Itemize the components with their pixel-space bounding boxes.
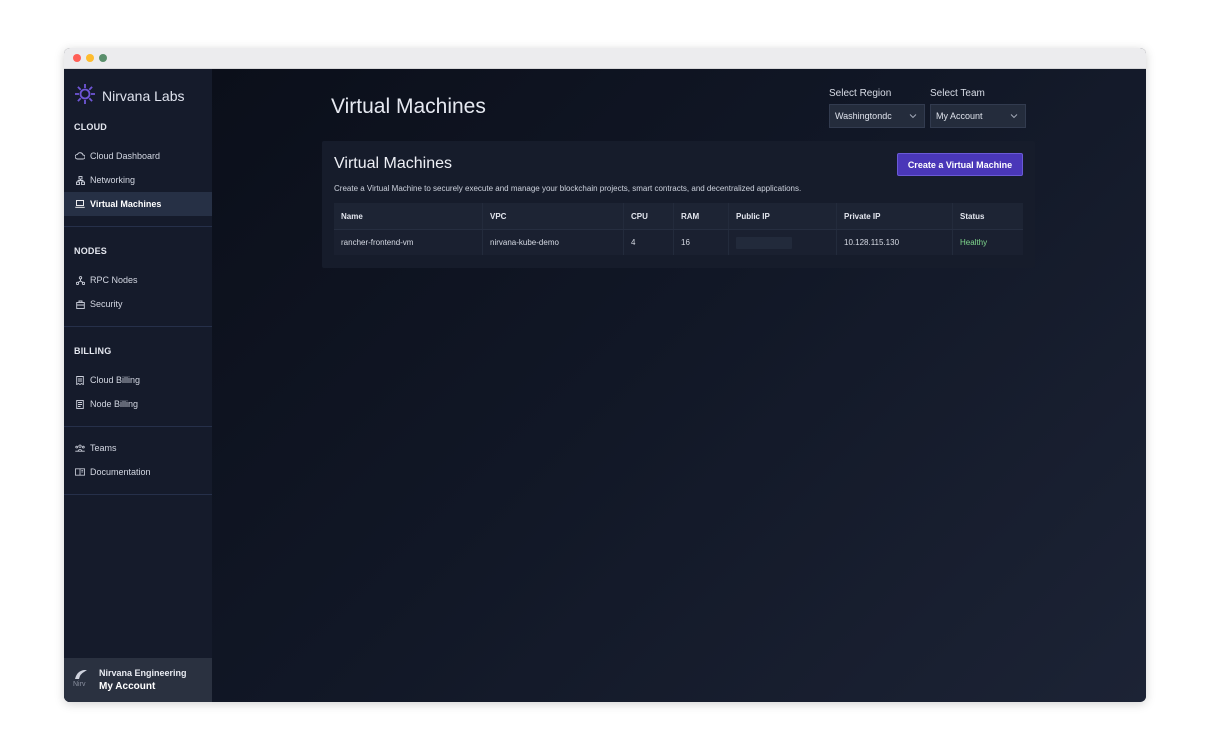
sidebar-item-teams[interactable]: Teams: [64, 436, 212, 460]
chevron-down-icon: [1010, 114, 1018, 119]
sidebar-divider: [64, 426, 212, 427]
sidebar-item-networking[interactable]: Networking: [64, 168, 212, 192]
sidebar-item-virtual-machines[interactable]: Virtual Machines: [64, 192, 212, 216]
sidebar-item-label: Virtual Machines: [90, 199, 162, 209]
receipt-icon: [75, 375, 85, 385]
vm-vpc-cell: nirvana-kube-demo: [483, 230, 624, 255]
region-select-label: Select Region: [829, 88, 892, 99]
brand-name: Nirvana Labs: [102, 88, 185, 104]
cloud-icon: [75, 151, 85, 161]
window-titlebar: [64, 48, 1146, 69]
sidebar-item-cloud-billing[interactable]: Cloud Billing: [64, 368, 212, 392]
team-select-label: Select Team: [930, 88, 985, 99]
sidebar-item-label: Cloud Dashboard: [90, 151, 161, 161]
column-header-public-ip[interactable]: Public IP: [729, 203, 837, 229]
sidebar-item-label: Teams: [90, 443, 117, 453]
sidebar-item-rpc-nodes[interactable]: RPC Nodes: [64, 268, 212, 292]
nodes-icon: [75, 275, 85, 285]
sidebar-divider: [64, 226, 212, 227]
redacted-public-ip: [736, 236, 792, 249]
column-header-status[interactable]: Status: [953, 203, 1023, 229]
sidebar-divider: [64, 494, 212, 495]
sidebar-item-label: Networking: [90, 175, 136, 185]
team-select-group: Select Team My Account: [930, 88, 1026, 128]
sidebar-item-security[interactable]: Security: [64, 292, 212, 316]
region-select-group: Select Region Washingtondc: [829, 88, 925, 128]
laptop-icon: [75, 199, 85, 209]
avatar-text: Nirv: [73, 681, 86, 688]
team-select[interactable]: My Account: [930, 104, 1026, 128]
sidebar-item-label: Cloud Billing: [90, 375, 141, 385]
column-header-name[interactable]: Name: [334, 203, 483, 229]
chevron-down-icon: [909, 114, 917, 119]
table-header: Name VPC CPU RAM Public IP Private IP St…: [334, 203, 1023, 229]
sidebar-item-label: Documentation: [90, 467, 151, 477]
account-name: Nirvana Engineering: [99, 668, 187, 678]
create-virtual-machine-button[interactable]: Create a Virtual Machine: [897, 153, 1023, 176]
network-icon: [75, 175, 85, 185]
account-switcher[interactable]: Nirv Nirvana Engineering My Account: [64, 658, 212, 702]
sidebar: Nirvana Labs CLOUD Cloud Dashboard Netwo…: [64, 69, 212, 702]
vm-ram-cell: 16: [674, 230, 729, 255]
column-header-vpc[interactable]: VPC: [483, 203, 624, 229]
vm-private-ip-cell: 10.128.115.130: [837, 230, 953, 255]
section-title-billing: BILLING: [74, 346, 112, 356]
region-select[interactable]: Washingtondc: [829, 104, 925, 128]
column-header-private-ip[interactable]: Private IP: [837, 203, 953, 229]
nirvana-logo-icon: [74, 83, 96, 110]
vm-name-cell[interactable]: rancher-frontend-vm: [334, 230, 483, 255]
minimize-window-button[interactable]: [86, 54, 94, 62]
vm-cpu-cell: 4: [624, 230, 674, 255]
section-title-cloud: CLOUD: [74, 122, 107, 132]
close-window-button[interactable]: [73, 54, 81, 62]
table-row[interactable]: rancher-frontend-vm nirvana-kube-demo 4 …: [334, 229, 1023, 255]
status-badge: Healthy: [960, 238, 988, 247]
teams-icon: [75, 443, 85, 453]
sidebar-divider: [64, 326, 212, 327]
sidebar-item-label: Security: [90, 299, 123, 309]
sidebar-item-node-billing[interactable]: Node Billing: [64, 392, 212, 416]
virtual-machines-card: Virtual Machines Create a Virtual Machin…: [322, 141, 1035, 268]
main-content: Virtual Machines Select Region Washingto…: [212, 69, 1146, 702]
vm-public-ip-cell: [729, 230, 837, 255]
region-select-value: Washingtondc: [835, 111, 892, 121]
team-select-value: My Account: [936, 111, 983, 121]
card-title: Virtual Machines: [334, 155, 452, 172]
app-window: Nirvana Labs CLOUD Cloud Dashboard Netwo…: [64, 48, 1146, 702]
invoice-icon: [75, 399, 85, 409]
sidebar-item-documentation[interactable]: Documentation: [64, 460, 212, 484]
brand[interactable]: Nirvana Labs: [64, 69, 212, 113]
avatar: Nirv: [73, 669, 91, 691]
sidebar-item-label: Node Billing: [90, 399, 139, 409]
account-subtitle: My Account: [99, 681, 156, 692]
section-title-nodes: NODES: [74, 246, 108, 256]
security-icon: [75, 299, 85, 309]
page-title: Virtual Machines: [331, 95, 486, 118]
sidebar-item-label: RPC Nodes: [90, 275, 138, 285]
bird-logo-icon: [75, 670, 87, 679]
maximize-window-button[interactable]: [99, 54, 107, 62]
sidebar-item-cloud-dashboard[interactable]: Cloud Dashboard: [64, 144, 212, 168]
app-body: Nirvana Labs CLOUD Cloud Dashboard Netwo…: [64, 69, 1146, 702]
vm-table: Name VPC CPU RAM Public IP Private IP St…: [334, 203, 1023, 255]
column-header-cpu[interactable]: CPU: [624, 203, 674, 229]
card-description: Create a Virtual Machine to securely exe…: [334, 184, 802, 193]
book-icon: [75, 467, 85, 477]
column-header-ram[interactable]: RAM: [674, 203, 729, 229]
